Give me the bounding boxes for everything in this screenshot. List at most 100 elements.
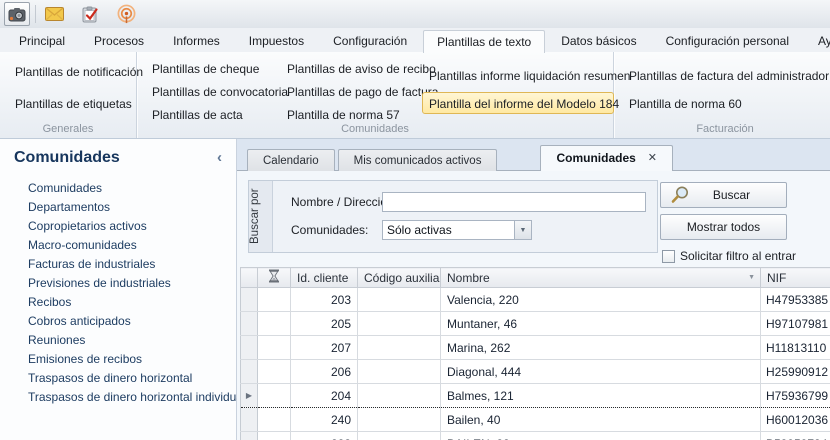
- tab-impuestos[interactable]: Impuestos: [236, 31, 317, 52]
- cell-codigo[interactable]: [358, 360, 441, 384]
- row-indicator: [241, 360, 258, 384]
- tab-datos-basicos[interactable]: Datos básicos: [548, 31, 649, 52]
- tab-ayuda[interactable]: Ayuda: [805, 31, 830, 52]
- camera-button[interactable]: [4, 2, 30, 26]
- cell-nif[interactable]: B58959784: [761, 432, 830, 440]
- doc-tab-calendario[interactable]: Calendario: [247, 149, 335, 171]
- tab-configuracion[interactable]: Configuración: [320, 31, 420, 52]
- cell-nif[interactable]: H11813110: [761, 336, 830, 360]
- sidebar-item-macro-comunidades[interactable]: Macro-comunidades: [0, 236, 236, 255]
- header-nombre[interactable]: Nombre ▼: [441, 268, 761, 288]
- clipboard-check-icon: [82, 6, 99, 23]
- ribbon-item-factura-administrador[interactable]: Plantillas de factura del administrador: [622, 64, 830, 86]
- sidebar-item-copropietarios-activos[interactable]: Copropietarios activos: [0, 217, 236, 236]
- cell-codigo[interactable]: [358, 408, 441, 432]
- cell-nombre[interactable]: Bailen, 40: [441, 408, 761, 432]
- cell-id[interactable]: 206: [291, 360, 358, 384]
- sidebar-item-recibos[interactable]: Recibos: [0, 293, 236, 312]
- cell-codigo[interactable]: [358, 312, 441, 336]
- ribbon-item-norma-57[interactable]: Plantilla de norma 57: [280, 103, 422, 125]
- cell-nif[interactable]: H60012036: [761, 408, 830, 432]
- cell-id[interactable]: 203: [291, 288, 358, 312]
- sidebar-item-cobros-anticipados[interactable]: Cobros anticipados: [0, 312, 236, 331]
- table-row[interactable]: 240 Bailen, 40 H60012036: [241, 408, 830, 432]
- tab-principal[interactable]: Principal: [6, 31, 78, 52]
- sidebar-item-previsiones-industriales[interactable]: Previsiones de industriales: [0, 274, 236, 293]
- table-row[interactable]: 207 Marina, 262 H11813110: [241, 336, 830, 360]
- cell-id[interactable]: 204: [291, 384, 358, 408]
- cell-codigo[interactable]: [358, 288, 441, 312]
- chevron-down-icon[interactable]: ▼: [514, 221, 531, 239]
- mail-button[interactable]: [41, 2, 67, 26]
- broadcast-button[interactable]: [113, 2, 139, 26]
- ribbon: Plantillas de notificación Plantillas de…: [0, 52, 830, 139]
- buscar-por-strip: Buscar por: [249, 181, 273, 252]
- header-id-cliente[interactable]: Id. cliente: [291, 268, 358, 288]
- header-hourglass[interactable]: [258, 268, 291, 288]
- cell-nombre[interactable]: BAILEN, 22: [441, 432, 761, 440]
- sidebar-item-traspasos-horizontal[interactable]: Traspasos de dinero horizontal: [0, 369, 236, 388]
- cell-id[interactable]: 207: [291, 336, 358, 360]
- sidebar-item-reuniones[interactable]: Reuniones: [0, 331, 236, 350]
- cell-id[interactable]: 223: [291, 432, 358, 440]
- ribbon-item-plantillas-convocatoria[interactable]: Plantillas de convocatoria: [145, 80, 280, 102]
- sidebar-item-emisiones-recibos[interactable]: Emisiones de recibos: [0, 350, 236, 369]
- header-codigo-auxiliar[interactable]: Código auxiliar: [358, 268, 441, 288]
- sidebar-item-traspasos-horizontal-individual[interactable]: Traspasos de dinero horizontal individua…: [0, 388, 236, 407]
- cell-nif[interactable]: H97107981: [761, 312, 830, 336]
- solicitar-filtro-checkbox[interactable]: [662, 250, 675, 263]
- ribbon-group-label: Generales: [0, 123, 136, 135]
- toolbar-separator: [35, 5, 36, 23]
- cell-nombre[interactable]: Muntaner, 46: [441, 312, 761, 336]
- ribbon-group-comunidades: Plantillas de cheque Plantillas de convo…: [137, 52, 614, 138]
- row-indicator: [241, 312, 258, 336]
- ribbon-item-plantillas-etiquetas[interactable]: Plantillas de etiquetas: [8, 92, 136, 114]
- doc-tab-mis-comunicados-activos[interactable]: Mis comunicados activos: [338, 149, 498, 171]
- nombre-direccion-input[interactable]: [382, 192, 646, 212]
- cell-nombre[interactable]: Valencia, 220: [441, 288, 761, 312]
- cell-nif[interactable]: H47953385: [761, 288, 830, 312]
- sidebar-item-facturas-industriales[interactable]: Facturas de industriales: [0, 255, 236, 274]
- collapse-sidebar-icon[interactable]: ‹: [217, 151, 222, 165]
- table-row[interactable]: 206 Diagonal, 444 H25990912: [241, 360, 830, 384]
- sidebar-item-departamentos[interactable]: Departamentos: [0, 198, 236, 217]
- ribbon-item-norma-60[interactable]: Plantilla de norma 60: [622, 92, 830, 114]
- selected-option: Sólo activas: [383, 221, 514, 239]
- ribbon-item-aviso-recibo[interactable]: Plantillas de aviso de recibo: [280, 57, 422, 79]
- table-row[interactable]: 223 BAILEN, 22 B58959784: [241, 432, 830, 440]
- cell-nombre[interactable]: Marina, 262: [441, 336, 761, 360]
- mostrar-todos-button[interactable]: Mostrar todos: [660, 214, 787, 240]
- ribbon-item-modelo-184-highlighted[interactable]: Plantilla del informe del Modelo 184: [422, 92, 614, 114]
- cell-nif[interactable]: H25990912: [761, 360, 830, 384]
- tab-plantillas-de-texto[interactable]: Plantillas de texto: [423, 30, 545, 53]
- cell-nombre[interactable]: Balmes, 121: [441, 384, 761, 408]
- filter-arrow-icon[interactable]: ▼: [748, 274, 755, 281]
- tab-configuracion-personal[interactable]: Configuración personal: [653, 31, 802, 52]
- cell-id[interactable]: 240: [291, 408, 358, 432]
- sidebar-item-comunidades[interactable]: Comunidades: [0, 179, 236, 198]
- cell-codigo[interactable]: [358, 384, 441, 408]
- buscar-button[interactable]: Buscar: [660, 182, 787, 208]
- tab-procesos[interactable]: Procesos: [81, 31, 157, 52]
- ribbon-item-pago-factura[interactable]: Plantillas de pago de factura: [280, 80, 422, 102]
- table-row[interactable]: 205 Muntaner, 46 H97107981: [241, 312, 830, 336]
- table-row-selected[interactable]: ▶ 204 Balmes, 121 H75936799: [241, 384, 830, 408]
- table-row[interactable]: 203 Valencia, 220 H47953385: [241, 288, 830, 312]
- cell-id[interactable]: 205: [291, 312, 358, 336]
- ribbon-item-plantillas-notificacion[interactable]: Plantillas de notificación: [8, 60, 136, 82]
- close-tab-icon[interactable]: ✕: [648, 146, 657, 171]
- doc-tab-comunidades[interactable]: Comunidades ✕: [540, 145, 673, 171]
- quick-access-toolbar: [0, 0, 830, 28]
- cell-codigo[interactable]: [358, 432, 441, 440]
- cell-nif[interactable]: H75936799: [761, 384, 830, 408]
- cell-codigo[interactable]: [358, 336, 441, 360]
- header-nif[interactable]: NIF: [761, 268, 830, 288]
- ribbon-item-plantillas-acta[interactable]: Plantillas de acta: [145, 103, 280, 125]
- tasks-button[interactable]: [77, 2, 103, 26]
- sidebar-item-list: Comunidades Departamentos Copropietarios…: [0, 179, 236, 407]
- ribbon-item-informe-liquidacion-resumen[interactable]: Plantillas informe liquidación resumen: [422, 64, 614, 86]
- ribbon-item-plantillas-cheque[interactable]: Plantillas de cheque: [145, 57, 280, 79]
- tab-informes[interactable]: Informes: [160, 31, 233, 52]
- comunidades-select[interactable]: Sólo activas ▼: [382, 220, 532, 240]
- cell-nombre[interactable]: Diagonal, 444: [441, 360, 761, 384]
